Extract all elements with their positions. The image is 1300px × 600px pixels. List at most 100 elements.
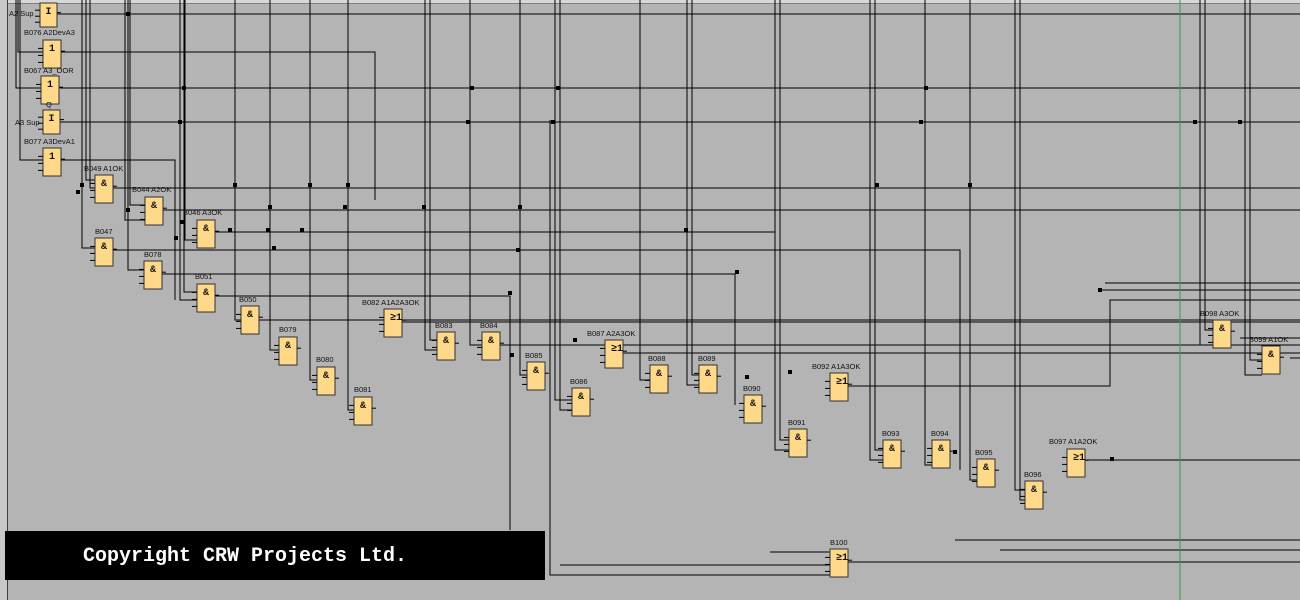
junction-dot — [76, 190, 80, 194]
wire — [869, 0, 883, 461]
block-label: B093 — [882, 429, 900, 438]
block-b067[interactable]: 1 B067 A3_OOR — [24, 66, 74, 105]
block-b085[interactable]: & B085 — [522, 351, 549, 391]
block-b076[interactable]: 1 B076 A2DevA3 — [24, 28, 75, 69]
block-b097[interactable]: ≥1 B097 A1A2OK — [1049, 437, 1097, 478]
block-b092[interactable]: ≥1 B092 A1A3OK — [812, 362, 860, 402]
block-label: B086 — [570, 377, 588, 386]
block-symbol: ≥1 — [611, 344, 623, 355]
block-b077[interactable]: 1 B077 A3DevA1 — [24, 137, 75, 177]
wire — [639, 0, 650, 381]
junction-dot — [182, 86, 186, 90]
block-b088[interactable]: & B088 — [645, 354, 672, 394]
block-b100[interactable]: ≥1 B100 — [825, 538, 852, 578]
wire — [686, 0, 699, 386]
junction-dot — [516, 248, 520, 252]
block-label: B047 — [95, 227, 113, 236]
block-b084[interactable]: & B084 — [477, 321, 504, 361]
block-label: B098 A3OK — [1200, 309, 1239, 318]
block-symbol: & — [889, 444, 895, 455]
block-symbol: & — [795, 433, 801, 444]
junction-dot — [174, 236, 178, 240]
block-b091[interactable]: & B091 — [784, 418, 811, 458]
wire — [779, 0, 789, 441]
block-label: B084 — [480, 321, 498, 330]
junction-dot — [510, 353, 514, 357]
wire — [179, 0, 197, 301]
junction-dot — [180, 220, 184, 224]
block-b081[interactable]: & B081 — [349, 385, 376, 426]
output-marker: Q — [46, 100, 52, 109]
junction-dot — [346, 183, 350, 187]
block-symbol: 1 — [49, 44, 55, 55]
wire — [924, 0, 932, 466]
junction-dot — [684, 228, 688, 232]
block-b078[interactable]: & B078 — [139, 250, 166, 290]
wire — [17, 0, 43, 53]
block-label: B091 — [788, 418, 806, 427]
block-symbol: & — [360, 401, 366, 412]
block-label: B046 A3OK — [183, 208, 222, 217]
block-symbol: & — [443, 336, 449, 347]
diagram-canvas[interactable]: IA2 SupIA3 Sup1B076 A2DevA31B067 A3_OOR1… — [0, 0, 1300, 600]
input-block-1[interactable]: I A3 Sup — [15, 109, 64, 135]
block-b083[interactable]: & B083 — [432, 321, 459, 361]
blocks: IA2 SupIA3 Sup1B076 A2DevA31B067 A3_OOR1… — [9, 2, 1288, 578]
block-b047[interactable]: & B047 — [90, 227, 117, 267]
junction-dot — [300, 228, 304, 232]
wire — [424, 0, 437, 351]
block-symbol: ≥1 — [836, 377, 848, 388]
block-symbol: & — [323, 371, 329, 382]
block-b087[interactable]: ≥1 B087 A2A3OK — [587, 329, 635, 369]
block-symbol: & — [705, 369, 711, 380]
block-b093[interactable]: & B093 — [878, 429, 905, 469]
block-b050[interactable]: & B050 — [236, 295, 263, 335]
junction-dot — [573, 338, 577, 342]
block-label: B078 — [144, 250, 162, 259]
wire — [184, 0, 197, 241]
block-label: B090 — [743, 384, 761, 393]
block-label: A2 Sup — [9, 9, 34, 18]
block-symbol: & — [1219, 324, 1225, 335]
junction-dot — [518, 205, 522, 209]
block-label: B099 A1OK — [1249, 335, 1288, 344]
wire — [347, 0, 354, 411]
block-symbol: & — [203, 224, 209, 235]
block-b090[interactable]: & B090 — [739, 384, 766, 424]
block-symbol: ≥1 — [836, 553, 848, 564]
wire — [1204, 0, 1213, 331]
junction-dot — [1238, 120, 1242, 124]
junction-dot — [343, 205, 347, 209]
block-b051[interactable]: & B051 — [192, 272, 219, 313]
block-b094[interactable]: & B094 — [927, 429, 954, 469]
block-b082[interactable]: ≥1 B082 A1A2A3OK — [362, 298, 420, 338]
block-b095[interactable]: & B095 — [972, 448, 999, 488]
wire — [969, 0, 977, 481]
block-b096[interactable]: & B096 — [1020, 470, 1047, 510]
wire — [429, 0, 437, 341]
input-block-0[interactable]: I A2 Sup — [9, 2, 61, 28]
block-b099[interactable]: & B099 A1OK — [1249, 335, 1288, 375]
copyright-banner: Copyright CRW Projects Ltd. — [5, 531, 545, 580]
block-label: B082 A1A2A3OK — [362, 298, 420, 307]
wire — [874, 0, 883, 451]
junction-dot — [1110, 457, 1114, 461]
wire — [774, 0, 789, 451]
block-label: B080 — [316, 355, 334, 364]
junction-dot — [924, 86, 928, 90]
wire — [554, 0, 572, 401]
block-symbol: 1 — [47, 80, 53, 91]
block-b086[interactable]: & B086 — [567, 377, 594, 417]
wire — [1249, 0, 1262, 361]
block-b079[interactable]: & B079 — [274, 325, 301, 366]
wire — [81, 0, 95, 249]
block-symbol: & — [533, 366, 539, 377]
block-symbol: & — [1268, 350, 1274, 361]
block-b080[interactable]: & B080 — [312, 355, 339, 396]
block-b089[interactable]: & B089 — [694, 354, 721, 394]
block-symbol: I — [46, 7, 52, 18]
junction-dot — [919, 120, 923, 124]
block-b046[interactable]: & B046 A3OK — [183, 208, 222, 249]
block-symbol: & — [1031, 485, 1037, 496]
block-b098[interactable]: & B098 A3OK — [1200, 309, 1239, 349]
